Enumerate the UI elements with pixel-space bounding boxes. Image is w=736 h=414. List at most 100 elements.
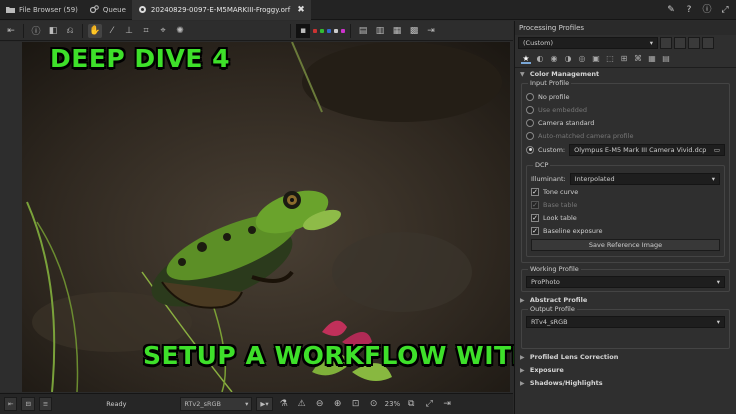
shadows-highlights-header[interactable]: ▶ Shadows/Highlights (515, 377, 736, 390)
preview-mode-icon[interactable]: ▪ (296, 23, 310, 38)
straighten-icon[interactable]: ⊥ (122, 24, 136, 38)
before-after-icon[interactable]: ◧ (46, 24, 60, 38)
close-icon[interactable]: ✖ (297, 5, 305, 15)
detail-tab-icon[interactable]: ◉ (549, 54, 559, 64)
tab-file-browser[interactable]: File Browser (59) (0, 0, 84, 20)
input-profile-frame: Input Profile No profile Use embedded Ca… (521, 79, 730, 263)
exposure-tab-icon[interactable]: ◐ (535, 54, 545, 64)
navigator-icon[interactable]: ⊟ (21, 397, 35, 411)
zoom-100-icon[interactable]: ⊙ (367, 397, 381, 411)
zoom-fit-icon[interactable]: ⊡ (349, 397, 363, 411)
radio-icon (526, 105, 534, 114)
pen-icon[interactable]: ✎ (666, 5, 676, 15)
input-profile-title: Input Profile (528, 79, 572, 87)
paste-profile-icon[interactable] (702, 36, 714, 49)
locallab-tab-icon[interactable]: ▣ (591, 54, 601, 64)
green-channel-icon[interactable] (320, 28, 324, 33)
check-tone-curve[interactable]: ✓ Tone curve (531, 185, 720, 198)
copy-profile-icon[interactable] (688, 36, 700, 49)
metadata-tab-icon[interactable]: ⌘ (633, 54, 643, 64)
left-panel-toggle-icon[interactable]: ⇤ (4, 397, 18, 411)
output-profile-select[interactable]: RTv4_sRGB ▾ (526, 316, 725, 328)
save-profile-icon[interactable] (674, 36, 686, 49)
image-preview[interactable]: DEEP DIVE 4 (22, 42, 510, 392)
wb-picker-icon[interactable]: ⁄ (105, 24, 119, 38)
fullscreen-icon[interactable]: ⤢ (720, 5, 730, 15)
tool-tabs: ★ ◐ ◉ ◑ ◎ ▣ ⬚ ⊞ ⌘ ▦ ▤ (515, 50, 736, 68)
radio-icon (526, 131, 534, 140)
radio-label: Custom: (538, 145, 566, 154)
sidebar-toggle-icon[interactable]: ⇤ (4, 24, 18, 38)
zoom-in-icon[interactable]: ⊕ (331, 397, 345, 411)
output-profile-select[interactable]: RTv2_sRGB ▾ (180, 397, 253, 411)
processing-profiles-title: Processing Profiles (515, 21, 736, 35)
zoom-out-icon[interactable]: ⊖ (313, 397, 327, 411)
output-tab-icon[interactable]: ▤ (661, 54, 671, 64)
radio-auto-matched[interactable]: Auto-matched camera profile (526, 129, 725, 142)
blue-channel-icon[interactable] (327, 28, 331, 33)
radio-use-embedded[interactable]: Use embedded (526, 103, 725, 116)
working-profile-select[interactable]: ProPhoto ▾ (526, 276, 725, 288)
panel-toggle-icon[interactable]: ⇥ (424, 24, 438, 38)
chevron-down-icon: ▾ (716, 278, 720, 286)
hand-tool-icon[interactable]: ✋ (88, 23, 102, 38)
red-channel-icon[interactable] (313, 28, 317, 33)
softproof-icon[interactable]: ⚗ (277, 397, 291, 411)
intent-select[interactable]: ▶▾ (256, 397, 273, 411)
radio-custom[interactable]: Custom: Olympus E-M5 Mark III Camera Viv… (526, 142, 725, 157)
tab-queue[interactable]: Queue (84, 0, 132, 20)
tab-editor[interactable]: 20240829-0097-E-M5MARKIII-Froggy.orf ✖ (131, 0, 311, 20)
highlight-clip-icon[interactable]: ▤ (356, 24, 370, 38)
transform-tab-icon[interactable]: ⬚ (605, 54, 615, 64)
batch-tab-icon[interactable]: ▦ (647, 54, 657, 64)
preview-bg2-icon[interactable]: ▩ (407, 24, 421, 38)
dcp-title: DCP (533, 161, 551, 169)
raw-tab-icon[interactable]: ⊞ (619, 54, 629, 64)
profile-select[interactable]: (Custom) ▾ (518, 36, 658, 49)
gamut-check-icon[interactable]: ⚠ (295, 397, 309, 411)
info-icon[interactable]: ⓘ (702, 5, 712, 15)
exposure-header[interactable]: ▶ Exposure (515, 364, 736, 377)
tab-label: 20240829-0097-E-M5MARKIII-Froggy.orf (150, 5, 291, 14)
crop-icon[interactable]: ⌗ (139, 24, 153, 38)
shadow-clip-icon[interactable]: ▥ (373, 24, 387, 38)
radio-icon (526, 92, 534, 101)
profile-value: (Custom) (523, 38, 553, 47)
output-profile-title: Output Profile (528, 305, 577, 313)
info-icon[interactable]: ⓘ (29, 24, 43, 38)
tab-bar: File Browser (59) Queue 20240829-0097-E-… (0, 0, 736, 20)
window-controls: ✎ ? ⓘ ⤢ (666, 5, 736, 15)
custom-profile-field[interactable]: Olympus E-M5 Mark III Camera Vivid.dcp ▭ (569, 143, 725, 156)
save-reference-image-button[interactable]: Save Reference Image (531, 239, 720, 251)
section-title: Shadows/Highlights (529, 379, 603, 387)
illuminant-row: Illuminant: Interpolated ▾ (531, 172, 720, 185)
spot-icon[interactable]: ✺ (173, 24, 187, 38)
checkbox-icon: ✓ (531, 226, 539, 235)
right-panel-toggle-icon[interactable]: ⇥ (440, 397, 454, 411)
new-window-icon[interactable]: ⧉ (404, 397, 418, 411)
luminance-icon[interactable] (334, 28, 338, 33)
illuminant-select[interactable]: Interpolated ▾ (569, 172, 720, 185)
preview-bg-icon[interactable]: ▦ (390, 24, 404, 38)
perspective-icon[interactable]: ⌖ (156, 24, 170, 38)
advanced-tab-icon[interactable]: ◎ (577, 54, 587, 64)
favorites-tab-icon[interactable]: ★ (521, 54, 531, 64)
radio-label: Use embedded (538, 105, 588, 114)
fullscreen-icon[interactable]: ⤢ (422, 397, 436, 411)
options-icon[interactable]: ≡ (38, 397, 53, 411)
focus-mask-icon[interactable] (341, 28, 345, 33)
output-profile-frame: Output Profile RTv4_sRGB ▾ (521, 305, 730, 349)
help-icon[interactable]: ? (684, 5, 694, 15)
check-look-table[interactable]: ✓ Look table (531, 211, 720, 224)
open-profile-icon[interactable] (660, 36, 672, 49)
radio-camera-standard[interactable]: Camera standard (526, 116, 725, 129)
profile-selector-row: (Custom) ▾ (515, 35, 736, 50)
check-base-table[interactable]: ✓ Base table (531, 198, 720, 211)
color-tab-icon[interactable]: ◑ (563, 54, 573, 64)
check-baseline-exposure[interactable]: ✓ Baseline exposure (531, 224, 720, 237)
output-profile-value: RTv4_sRGB (531, 318, 568, 326)
lens-correction-header[interactable]: ▶ Profiled Lens Correction (515, 351, 736, 364)
chevron-right-icon: ▶ (520, 354, 525, 361)
history-icon[interactable]: ⎌ (63, 24, 77, 38)
radio-no-profile[interactable]: No profile (526, 90, 725, 103)
